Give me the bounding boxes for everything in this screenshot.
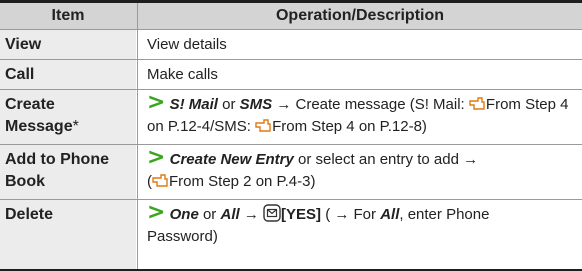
prompt-icon: >	[147, 90, 166, 115]
row-desc-call: Make calls	[137, 60, 582, 89]
arrow-text: →	[243, 206, 259, 223]
or-text: or	[202, 206, 217, 223]
option-one: One	[169, 206, 199, 223]
function-table: Item Operation/Description View View det…	[0, 0, 582, 271]
desc-text: or select an entry to add	[298, 151, 459, 168]
header-operation: Operation/Description	[137, 3, 582, 29]
desc-text-2: , enter Phone	[399, 206, 490, 223]
option-all: All	[220, 206, 240, 223]
option-create-new-entry: Create New Entry	[169, 151, 294, 168]
pointing-hand-icon	[152, 174, 168, 187]
table-row: Call Make calls	[0, 60, 582, 90]
desc-text-3: Password)	[147, 228, 218, 245]
table-row: Delete > One or All → [YES] ( → For All,…	[0, 200, 582, 271]
or-text: or	[222, 96, 236, 113]
item-mark: *	[72, 118, 79, 135]
prompt-icon: >	[147, 145, 166, 170]
pointing-hand-icon	[469, 97, 485, 110]
option-sms: SMS	[239, 96, 273, 113]
option-smail: S! Mail	[169, 96, 218, 113]
table-header: Item Operation/Description	[0, 0, 582, 30]
desc-text: ( → For	[325, 206, 377, 223]
row-desc-create-message: > S! Mail or SMS → Create message (S! Ma…	[137, 90, 582, 144]
row-desc-view: View details	[137, 30, 582, 59]
ref-text-1: From Step 2 on P.4-3)	[169, 173, 316, 190]
row-item-view: View	[0, 30, 136, 59]
option-all-2: All	[380, 206, 400, 223]
row-desc-add-to-phone-book: > Create New Entry or select an entry to…	[137, 145, 582, 199]
row-item-add-to-phone-book: Add to Phone Book	[0, 145, 136, 199]
prompt-icon: >	[147, 200, 166, 225]
item-label-line1: Create	[5, 96, 55, 113]
header-item: Item	[51, 7, 85, 24]
yes-label: [YES]	[281, 206, 322, 223]
desc-text: Create message (S! Mail:	[295, 96, 465, 113]
arrow-text: →	[276, 96, 292, 113]
table-row: Add to Phone Book > Create New Entry or …	[0, 145, 582, 200]
arrow-text: →	[463, 151, 479, 168]
item-label-line2: Book	[5, 173, 45, 190]
row-item-delete: Delete	[0, 200, 136, 271]
table-row: Create Message* > S! Mail or SMS → Creat…	[0, 90, 582, 145]
ref-text-2: From Step 4 on P.12-8)	[272, 118, 427, 135]
row-desc-delete: > One or All → [YES] ( → For All, enter …	[137, 200, 582, 271]
table-row: View View details	[0, 30, 582, 60]
row-item-create-message: Create Message*	[0, 90, 136, 144]
item-label-line2: Message	[5, 118, 73, 135]
item-label-line1: Add to Phone	[5, 151, 109, 168]
row-item-call: Call	[0, 60, 136, 89]
mail-key-icon	[263, 204, 281, 222]
pointing-hand-icon	[255, 119, 271, 132]
